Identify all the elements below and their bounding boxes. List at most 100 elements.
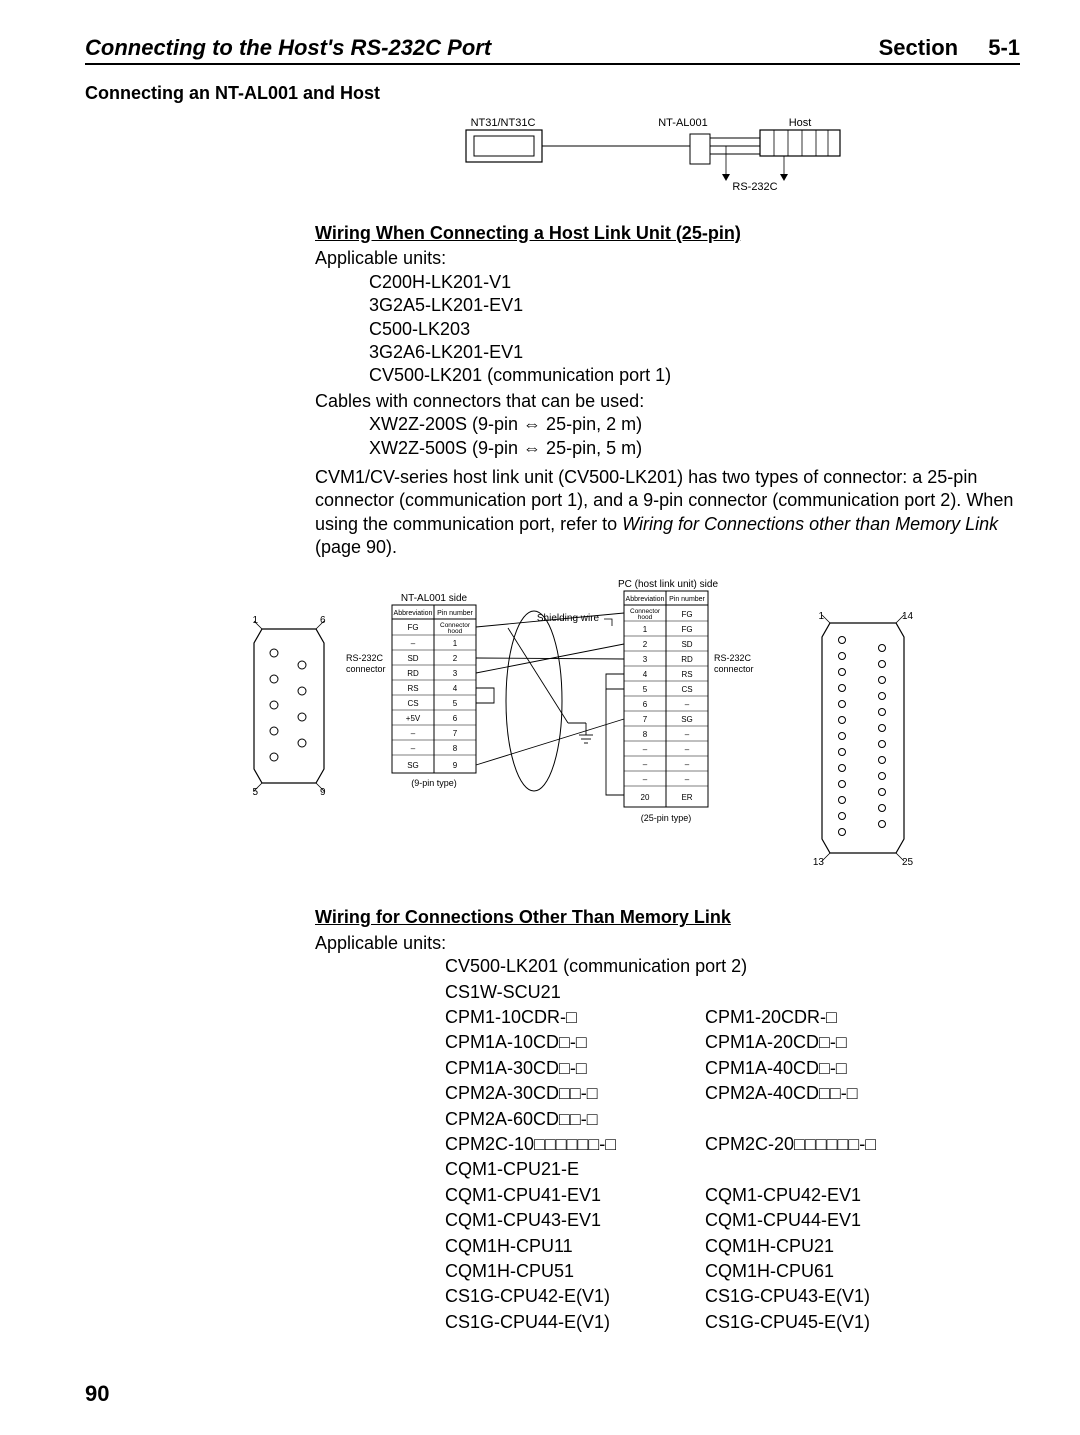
th-pin-r: Pin number [669, 596, 705, 603]
svg-text:+5V: +5V [405, 714, 420, 723]
unit-item: 3G2A6-LK201-EV1 [369, 341, 1020, 364]
unit-item: CS1W-SCU21 [445, 981, 965, 1004]
dsub-25-pins [838, 637, 885, 836]
host-label: Host [788, 117, 811, 129]
svg-text:–: – [642, 775, 647, 784]
svg-text:–: – [684, 760, 689, 769]
svg-text:–: – [410, 744, 415, 753]
section-label: Section [879, 35, 958, 60]
svg-text:–: – [642, 760, 647, 769]
svg-text:6: 6 [642, 700, 647, 709]
unit-item: 3G2A5-LK201-EV1 [369, 294, 1020, 317]
unit-item: CQM1-CPU41-EV1 [445, 1184, 705, 1207]
units-grid: CV500-LK201 (communication port 2) CS1W-… [445, 955, 1020, 1334]
svg-text:7: 7 [642, 715, 647, 724]
svg-text:–: – [684, 775, 689, 784]
rs232c-conn-label-left2: connector [346, 664, 386, 674]
page: Connecting to the Host's RS-232C Port Se… [0, 0, 1080, 1435]
rs232c-conn-label-right2: connector [714, 664, 754, 674]
th-abbrev-r: Abbreviation [625, 596, 664, 603]
unit-item: CS1G-CPU45-E(V1) [705, 1311, 965, 1334]
wiring25-heading: Wiring When Connecting a Host Link Unit … [315, 222, 1020, 245]
nine-pin-type-label: (9-pin type) [411, 778, 457, 788]
wiring25-note: CVM1/CV-series host link unit (CV500-LK2… [315, 466, 1020, 560]
page-number: 90 [85, 1381, 109, 1407]
unit-item: CPM2A-40CD□□-□ [705, 1082, 965, 1105]
unit-item: CV500-LK201 (communication port 1) [369, 364, 1020, 387]
svg-text:6: 6 [452, 714, 457, 723]
svg-text:–: – [684, 700, 689, 709]
other-block: Wiring for Connections Other Than Memory… [315, 906, 1020, 1334]
svg-text:4: 4 [642, 670, 647, 679]
nt31-label: NT31/NT31C [470, 117, 535, 129]
svg-text:–: – [410, 639, 415, 648]
unit-item: CQM1-CPU21-E [445, 1158, 965, 1181]
cable-item: XW2Z-500S (9-pin ⇔ 25-pin, 5 m) [369, 437, 1020, 460]
svg-text:FG: FG [681, 625, 692, 634]
svg-text:8: 8 [452, 744, 457, 753]
svg-text:ER: ER [681, 793, 692, 802]
note-tail: (page 90). [315, 537, 397, 557]
th-pin: Pin number [437, 610, 473, 617]
svg-text:SD: SD [681, 640, 692, 649]
unit-item: CPM2C-20□□□□□□-□ [705, 1133, 965, 1156]
svg-text:CS: CS [407, 699, 418, 708]
unit-item: CQM1H-CPU11 [445, 1235, 705, 1258]
svg-text:20: 20 [640, 793, 649, 802]
top-diagram: NT31/NT31C NT-AL001 Host RS- [458, 114, 878, 204]
pin-label-r25: 25 [902, 857, 914, 868]
svg-text:4: 4 [452, 684, 457, 693]
svg-text:5: 5 [452, 699, 457, 708]
wiring-diagram-wrap: 1 6 5 9 RS-232C connector NT-AL001 side [85, 573, 1020, 888]
svg-text:3: 3 [642, 655, 647, 664]
top-diagram-wrap: NT31/NT31C NT-AL001 Host RS- [315, 114, 1020, 204]
svg-text:2: 2 [642, 640, 647, 649]
dsub-25-shell [822, 623, 904, 853]
ntal001-label: NT-AL001 [658, 117, 708, 129]
pin-label-5: 5 [252, 787, 258, 798]
unit-item: C200H-LK201-V1 [369, 271, 1020, 294]
unit-item: CS1G-CPU42-E(V1) [445, 1285, 705, 1308]
rs232c-conn-label-left: RS-232C [346, 653, 384, 663]
unit-item: CPM1A-30CD□-□ [445, 1057, 705, 1080]
th-abbrev: Abbreviation [393, 610, 432, 617]
unit-item: CV500-LK201 (communication port 2) [445, 955, 965, 978]
other-heading: Wiring for Connections Other Than Memory… [315, 906, 1020, 929]
svg-text:RD: RD [407, 669, 419, 678]
subsection-title: Connecting an NT-AL001 and Host [85, 83, 1020, 104]
unit-item: CPM1-10CDR-□ [445, 1006, 705, 1029]
pin-label-9: 9 [320, 787, 326, 798]
wiring-lines [476, 613, 624, 795]
wiring-diagram: 1 6 5 9 RS-232C connector NT-AL001 side [198, 573, 998, 888]
svg-text:hood: hood [447, 628, 462, 635]
unit-item: CQM1-CPU44-EV1 [705, 1209, 965, 1232]
header-left: Connecting to the Host's RS-232C Port [85, 35, 491, 61]
header-right: Section 5-1 [879, 35, 1020, 61]
cables-label: Cables with connectors that can be used: [315, 390, 1020, 413]
unit-item: CQM1H-CPU61 [705, 1260, 965, 1283]
svg-text:RS: RS [681, 670, 692, 679]
pin-label-r13: 13 [812, 857, 824, 868]
pc-side-label: PC (host link unit) side [617, 579, 717, 590]
unit-item: CQM1-CPU42-EV1 [705, 1184, 965, 1207]
unit-item: CPM1-20CDR-□ [705, 1006, 965, 1029]
svg-text:FG: FG [681, 610, 692, 619]
wiring25-block: Wiring When Connecting a Host Link Unit … [315, 222, 1020, 559]
unit-item: CPM2A-60CD□□-□ [445, 1108, 965, 1131]
svg-text:1: 1 [642, 625, 647, 634]
unit-item: CPM2C-10□□□□□□-□ [445, 1133, 705, 1156]
section-number: 5-1 [988, 35, 1020, 60]
svg-text:hood: hood [637, 614, 652, 621]
svg-text:RS: RS [407, 684, 418, 693]
svg-text:–: – [684, 730, 689, 739]
cable-item: XW2Z-200S (9-pin ⇔ 25-pin, 2 m) [369, 413, 1020, 436]
unit-item: CS1G-CPU44-E(V1) [445, 1311, 705, 1334]
nt-side-label: NT-AL001 side [400, 593, 467, 604]
twentyfive-pin-type-label: (25-pin type) [640, 813, 691, 823]
rs232c-label: RS-232C [732, 181, 777, 193]
svg-text:SD: SD [407, 654, 418, 663]
svg-text:2: 2 [452, 654, 457, 663]
unit-item: CQM1-CPU43-EV1 [445, 1209, 705, 1232]
svg-text:9: 9 [452, 761, 457, 770]
unit-item: C500-LK203 [369, 318, 1020, 341]
